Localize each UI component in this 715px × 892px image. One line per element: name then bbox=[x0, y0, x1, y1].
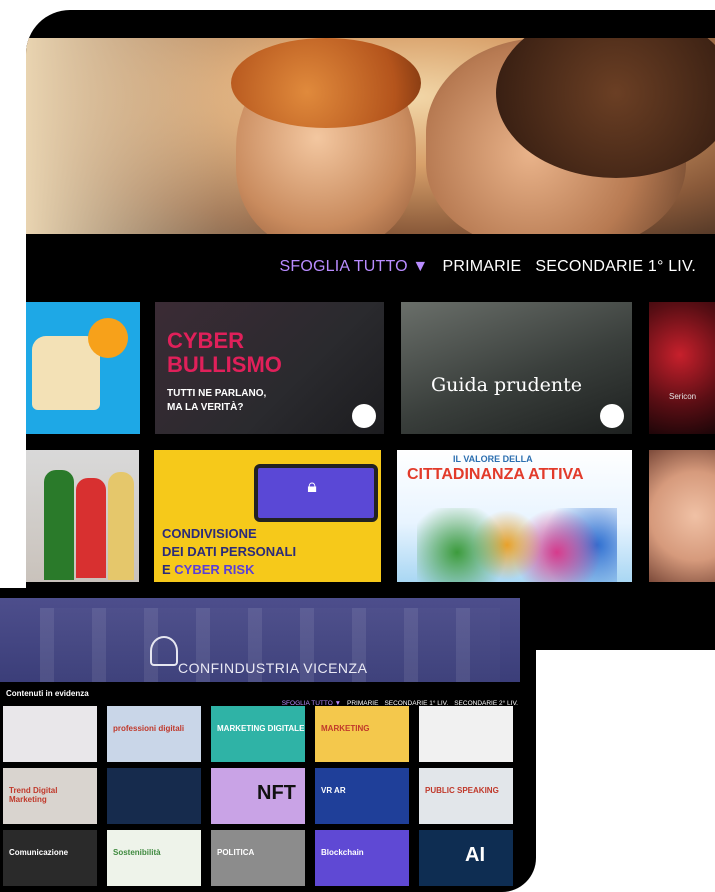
cyber-title-1: CYBER bbox=[167, 328, 245, 353]
course-tile-caption: Sostenibilità bbox=[113, 848, 161, 857]
course-tile[interactable]: MARKETING DIGITALE bbox=[211, 706, 305, 762]
course-tile-caption: POLITICA bbox=[217, 848, 255, 857]
section-title: Contenuti in evidenza bbox=[6, 689, 89, 698]
tile-dark[interactable]: Sericon bbox=[649, 302, 715, 434]
nav-secondarie-1[interactable]: SECONDARIE 1° LIV. bbox=[535, 258, 696, 275]
cyber-title-2: BULLISMO bbox=[167, 352, 282, 377]
course-tile-caption: professioni digitali bbox=[113, 724, 185, 733]
tablet-device: SFOGLIA TUTTO ▼ PRIMARIE SECONDARIE 1° LIV… bbox=[26, 10, 715, 650]
course-tile[interactable]: MARKETING bbox=[315, 706, 409, 762]
tile-kids[interactable] bbox=[26, 450, 139, 582]
privacy-title-3a: E bbox=[162, 562, 175, 577]
course-tile-caption: MARKETING bbox=[321, 724, 370, 733]
hero-child-hair bbox=[231, 38, 421, 128]
cyber-subtitle-2: MA LA VERITÀ? bbox=[167, 402, 244, 413]
course-tile[interactable]: Trend Digital Marketing bbox=[3, 768, 97, 824]
course-tile-caption: MARKETING DIGITALE bbox=[217, 724, 305, 733]
tile-child[interactable] bbox=[649, 450, 715, 582]
course-tile-caption: AI bbox=[465, 844, 485, 866]
confindustria-logo-icon bbox=[150, 636, 178, 666]
course-tile-caption: Comunicazione bbox=[9, 848, 69, 857]
course-tile[interactable]: PUBLIC SPEAKING bbox=[419, 768, 513, 824]
laptop-device: CONFINDUSTRIA VICENZA Contenuti in evide… bbox=[0, 588, 536, 892]
privacy-title-3b: CYBER RISK bbox=[174, 562, 255, 577]
course-tile-caption: Trend Digital Marketing bbox=[9, 786, 58, 804]
tile-cyberbullismo[interactable]: CYBER BULLISMO TUTTI NE PARLANO, MA LA V… bbox=[155, 302, 384, 434]
cyber-subtitle-1: TUTTI NE PARLANO, bbox=[167, 388, 267, 399]
privacy-title-2: DEI DATI PERSONALI bbox=[162, 544, 297, 559]
course-tile[interactable]: Blockchain bbox=[315, 830, 409, 886]
brand-name: CONFINDUSTRIA VICENZA bbox=[178, 660, 368, 676]
tile-cittadinanza-attiva[interactable]: IL VALORE DELLA CITTADINANZA ATTIVA bbox=[397, 450, 632, 582]
cittadinanza-title-1: IL VALORE DELLA bbox=[453, 454, 533, 464]
category-nav: SFOGLIA TUTTO ▼ PRIMARIE SECONDARIE 1° LIV… bbox=[26, 256, 715, 284]
course-tile[interactable]: Sostenibilità bbox=[107, 830, 201, 886]
painted-hands bbox=[417, 508, 617, 582]
tile-dati-personali[interactable]: 🔒︎ CONDIVISIONE DEI DATI PERSONALI E CYB… bbox=[154, 450, 381, 582]
kid-figure bbox=[44, 470, 74, 580]
badge-icon bbox=[352, 404, 376, 428]
course-tile[interactable]: Comunicazione bbox=[3, 830, 97, 886]
course-tile-caption: Blockchain bbox=[321, 848, 364, 857]
content-row-1: CYBER BULLISMO TUTTI NE PARLANO, MA LA V… bbox=[26, 302, 715, 434]
kid-figure bbox=[76, 478, 106, 578]
hero-image bbox=[26, 38, 715, 234]
nav-sfoglia-tutto[interactable]: SFOGLIA TUTTO ▼ bbox=[280, 258, 429, 275]
cittadinanza-title-2: CITTADINANZA ATTIVA bbox=[407, 466, 584, 483]
course-tile[interactable]: AI bbox=[419, 830, 513, 886]
course-tile-caption: NFT bbox=[257, 782, 296, 804]
privacy-title-3: E CYBER RISK bbox=[162, 562, 254, 577]
lock-icon: 🔒︎ bbox=[307, 476, 317, 497]
brand-banner: CONFINDUSTRIA VICENZA bbox=[0, 598, 520, 682]
tile-toast[interactable] bbox=[26, 302, 140, 434]
badge-icon bbox=[600, 404, 624, 428]
nav-primarie[interactable]: PRIMARIE bbox=[442, 258, 521, 275]
course-tile[interactable] bbox=[419, 706, 513, 762]
course-tile[interactable] bbox=[3, 706, 97, 762]
tile-guida-prudente[interactable]: Guida prudente bbox=[401, 302, 632, 434]
course-tile[interactable]: VR AR bbox=[315, 768, 409, 824]
course-tile[interactable]: NFT bbox=[211, 768, 305, 824]
course-tile[interactable]: professioni digitali bbox=[107, 706, 201, 762]
kid-figure bbox=[108, 472, 134, 580]
privacy-title-1: CONDIVISIONE bbox=[162, 526, 257, 541]
guida-caption: Guida prudente bbox=[431, 374, 583, 396]
course-tile-caption: VR AR bbox=[321, 786, 346, 795]
orange-shape bbox=[88, 318, 128, 358]
course-tile[interactable]: POLITICA bbox=[211, 830, 305, 886]
course-tile-caption: PUBLIC SPEAKING bbox=[425, 786, 499, 795]
dark-caption: Sericon bbox=[669, 392, 697, 401]
course-tile[interactable] bbox=[107, 768, 201, 824]
content-row-2: 🔒︎ CONDIVISIONE DEI DATI PERSONALI E CYB… bbox=[26, 450, 715, 582]
